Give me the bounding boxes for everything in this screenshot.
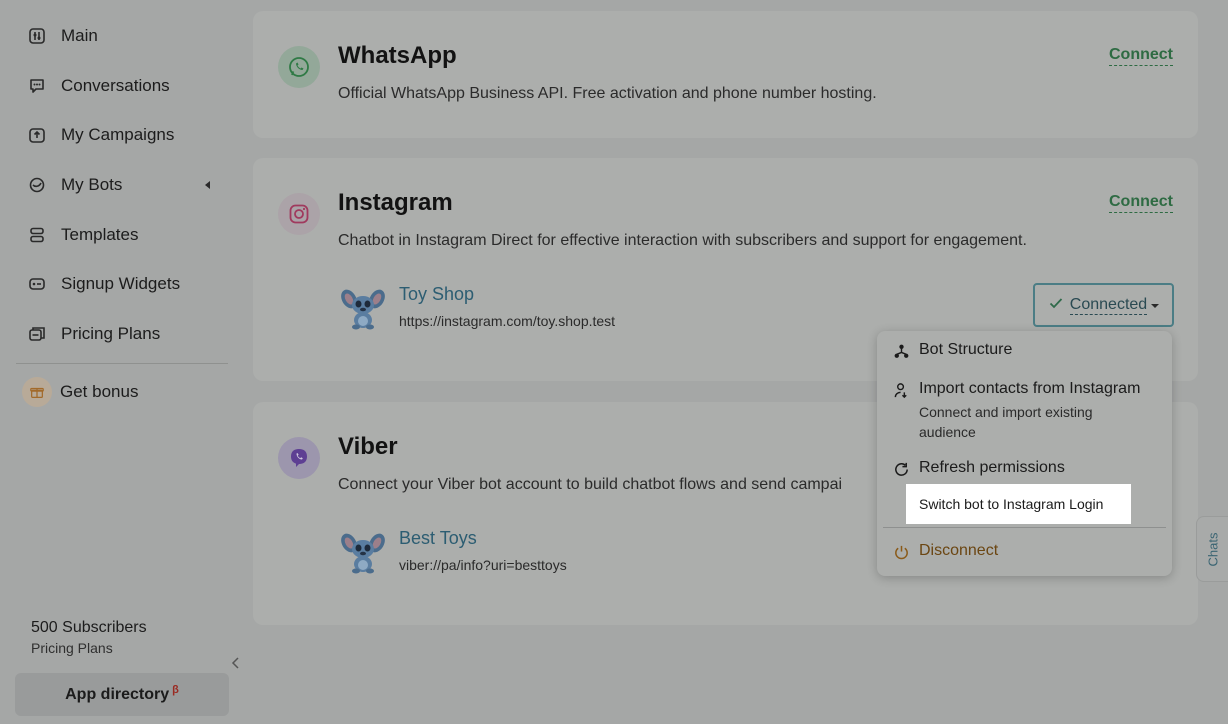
chats-tab-label: Chats: [1205, 532, 1221, 566]
account-name-link[interactable]: Best Toys: [399, 528, 477, 549]
sidebar-item-label: Signup Widgets: [61, 274, 181, 293]
sidebar-item-label: Templates: [61, 225, 139, 244]
card-title: Viber: [338, 433, 398, 460]
sidebar-item-label: Main: [61, 26, 98, 45]
checkmark-icon: [1048, 295, 1064, 316]
menu-item-bot-structure[interactable]: Bot Structure: [891, 341, 1012, 361]
connected-dropdown-button[interactable]: Connected: [1033, 283, 1174, 327]
whatsapp-card: WhatsApp Official WhatsApp Business API.…: [253, 11, 1198, 138]
dashboard-icon: [26, 25, 48, 47]
collapse-sidebar-icon[interactable]: [230, 656, 240, 670]
sidebar-item-conversations[interactable]: Conversations: [26, 71, 170, 101]
subscribers-count: 500 Subscribers: [31, 619, 147, 636]
menu-divider: [883, 527, 1166, 528]
get-bonus-label: Get bonus: [60, 382, 139, 401]
instagram-icon: [278, 193, 320, 235]
menu-item-label: Import contacts from Instagram: [919, 380, 1141, 397]
menu-item-label: Bot Structure: [919, 341, 1013, 358]
bot-structure-icon: [891, 341, 911, 361]
account-url: viber://pa/info?uri=besttoys: [399, 557, 567, 573]
gift-icon: [22, 377, 52, 407]
account-avatar: [341, 530, 385, 574]
card-description: Official WhatsApp Business API. Free act…: [338, 85, 877, 102]
card-description: Chatbot in Instagram Direct for effectiv…: [338, 232, 1027, 249]
sidebar-item-label: Conversations: [61, 76, 170, 95]
chevron-down-icon: [1151, 304, 1160, 308]
power-icon: [891, 542, 911, 562]
expand-caret-icon[interactable]: [205, 181, 210, 189]
sidebar-item-label: My Campaigns: [61, 125, 175, 144]
sidebar-item-main[interactable]: Main: [26, 21, 98, 51]
menu-item-label: Disconnect: [919, 542, 999, 559]
pricing-plans-link[interactable]: Pricing Plans: [31, 640, 113, 656]
whatsapp-connect-link[interactable]: Connect: [1109, 46, 1173, 66]
chats-tab[interactable]: Chats: [1196, 516, 1228, 582]
account-name-link[interactable]: Toy Shop: [399, 284, 474, 305]
account-avatar: [341, 286, 385, 330]
menu-item-sublabel: Connect and import existing audience: [919, 404, 1093, 440]
viber-icon: [278, 437, 320, 479]
beta-badge: β: [172, 683, 179, 696]
menu-item-disconnect[interactable]: Disconnect: [891, 542, 998, 562]
menu-item-import-contacts[interactable]: Import contacts from Instagram: [891, 380, 1140, 400]
sidebar-item-label: My Bots: [61, 175, 123, 194]
import-contacts-icon: [891, 380, 911, 400]
widget-icon: [26, 273, 48, 295]
connected-label: Connected: [1069, 295, 1148, 315]
account-url: https://instagram.com/toy.shop.test: [399, 313, 616, 329]
sidebar-item-pricing-plans[interactable]: Pricing Plans: [26, 319, 160, 349]
whatsapp-icon: [278, 46, 320, 88]
menu-item-label: Refresh permissions: [919, 459, 1065, 476]
menu-item-refresh-permissions[interactable]: Refresh permissions: [891, 459, 1065, 479]
card-title: WhatsApp: [338, 42, 457, 69]
get-bonus-button[interactable]: Get bonus: [22, 377, 139, 407]
sidebar-item-my-bots[interactable]: My Bots: [26, 170, 122, 200]
menu-item-switch-bot[interactable]: Switch bot to Instagram Login: [906, 484, 1131, 524]
app-directory-label: App directory: [65, 685, 170, 703]
sidebar-item-my-campaigns[interactable]: My Campaigns: [26, 120, 174, 150]
card-description: Connect your Viber bot account to build …: [338, 476, 843, 493]
app-directory-button[interactable]: App directory β: [15, 673, 229, 716]
bot-icon: [26, 174, 48, 196]
templates-icon: [26, 224, 48, 246]
card-title: Instagram: [338, 189, 453, 216]
sidebar-item-signup-widgets[interactable]: Signup Widgets: [26, 269, 180, 299]
campaign-upload-icon: [26, 124, 48, 146]
connected-dropdown-menu: Bot Structure Import contacts from Insta…: [877, 331, 1172, 576]
sidebar: Main Conversations My Campaigns My Bots …: [0, 0, 242, 724]
pricing-icon: [26, 323, 48, 345]
instagram-connect-link[interactable]: Connect: [1109, 193, 1173, 213]
sidebar-item-label: Pricing Plans: [61, 324, 161, 343]
sidebar-divider: [16, 363, 228, 364]
chat-bubble-icon: [26, 75, 48, 97]
sidebar-item-templates[interactable]: Templates: [26, 220, 138, 250]
refresh-icon: [891, 459, 911, 479]
